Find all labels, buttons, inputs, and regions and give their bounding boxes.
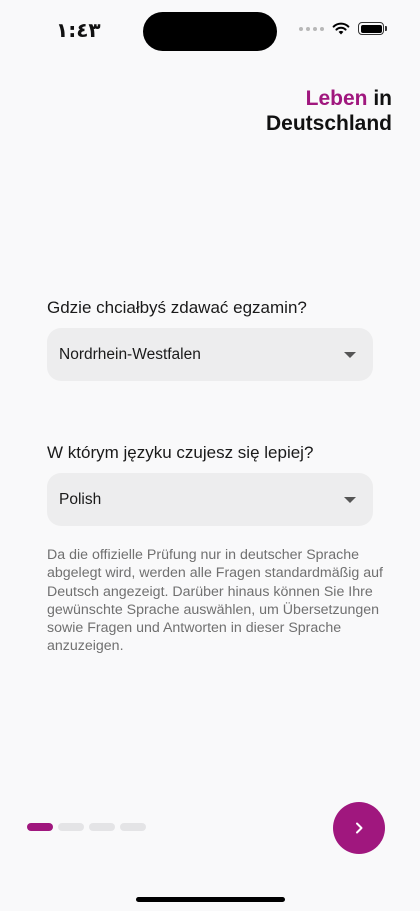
wifi-icon — [332, 22, 350, 35]
logo-word-leben: Leben — [305, 87, 368, 110]
battery-icon — [358, 22, 387, 35]
home-indicator — [136, 897, 285, 902]
page-dot-1 — [27, 823, 53, 831]
chevron-right-icon — [356, 822, 363, 834]
info-text: Da die offizielle Prüfung nur in deutsch… — [47, 547, 383, 655]
language-label: W którym języku czujesz się lepiej? — [47, 443, 314, 462]
cellular-signal-icon — [299, 26, 324, 31]
exam-location-value: Nordrhein-Westfalen — [59, 345, 201, 363]
status-bar: ١:٤٣ — [0, 0, 420, 62]
page-dot-4 — [120, 823, 146, 831]
language-select[interactable]: Polish — [47, 473, 373, 526]
exam-location-select[interactable]: Nordrhein-Westfalen — [47, 328, 373, 381]
exam-location-label: Gdzie chciałbyś zdawać egzamin? — [47, 298, 307, 317]
page-dot-3 — [89, 823, 115, 831]
page-dot-2 — [58, 823, 84, 831]
logo-word-deutschland: Deutschland — [265, 112, 392, 135]
app-logo: Leben in Deutschland — [266, 86, 392, 136]
page-indicator — [27, 823, 146, 831]
dynamic-island — [143, 12, 277, 51]
status-icons — [299, 22, 387, 35]
caret-down-icon — [344, 496, 356, 503]
caret-down-icon — [344, 351, 356, 358]
status-time: ١:٤٣ — [56, 18, 101, 42]
language-value: Polish — [59, 490, 102, 508]
next-button[interactable] — [333, 802, 385, 854]
logo-word-in: in — [373, 87, 392, 110]
